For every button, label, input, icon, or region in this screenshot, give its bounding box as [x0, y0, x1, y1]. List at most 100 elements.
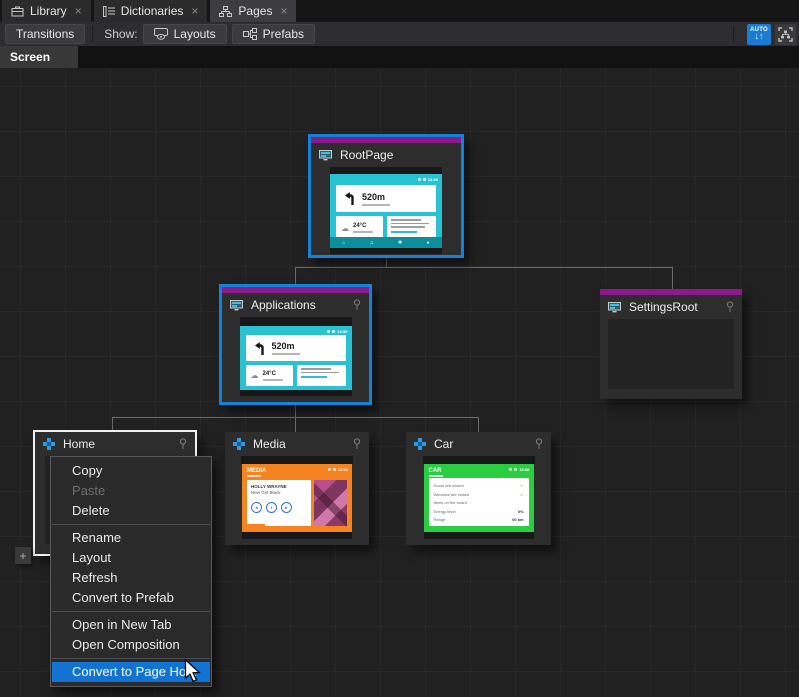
- node-applications[interactable]: Applications 13:50 520m ☁ 24°C: [219, 284, 372, 405]
- composition-bar: Screen: [0, 46, 799, 68]
- breadcrumb[interactable]: Screen: [0, 46, 78, 68]
- home-icon: ⌂: [342, 240, 345, 246]
- previous-track-icon: ◄: [251, 502, 262, 513]
- notification-card: [297, 365, 346, 386]
- rootpage-thumbnail: 13:50 520m ☁ 24°C ⌂♫✱●: [330, 174, 442, 248]
- car-thumbnail: CAR 13:50 Doors are closed✓ Windows are …: [424, 464, 534, 532]
- nav-distance: 520m: [362, 192, 390, 202]
- turn-left-arrow-icon: [254, 341, 266, 356]
- page-host-icon: [319, 150, 332, 161]
- library-icon: [11, 6, 24, 17]
- tab-label: Library: [30, 4, 67, 18]
- thumb-clock: 13:50: [338, 467, 348, 472]
- tab-library[interactable]: Library ×: [2, 0, 91, 22]
- thumbnail-letterbox: [240, 317, 352, 326]
- connector-line: [295, 267, 296, 284]
- pin-icon[interactable]: [726, 301, 734, 313]
- menu-item-layout[interactable]: Layout: [51, 548, 211, 568]
- node-car[interactable]: Car CAR 13:50 Doors are closed✓ Windows …: [406, 432, 551, 545]
- connector-line: [672, 267, 673, 289]
- context-menu: Copy Paste Delete Rename Layout Refresh …: [50, 456, 212, 687]
- song-title: New Girl Black: [251, 490, 307, 495]
- close-icon[interactable]: ×: [75, 4, 82, 18]
- connector-line: [295, 405, 296, 417]
- nav-distance: 520m: [272, 341, 300, 351]
- toolbar: Transitions Show: Layouts Prefabs AUTO ↓…: [0, 22, 799, 46]
- layouts-icon: [154, 28, 168, 40]
- prefabs-label: Prefabs: [263, 27, 304, 41]
- tab-pages[interactable]: Pages ×: [210, 0, 296, 22]
- pause-icon: ‖: [266, 502, 277, 513]
- menu-item-paste[interactable]: Paste: [51, 481, 211, 501]
- settingsroot-thumbnail: [608, 319, 734, 389]
- mouse-cursor-icon: [183, 658, 201, 689]
- fit-view-button[interactable]: [775, 24, 796, 45]
- transitions-label: Transitions: [16, 27, 74, 41]
- menu-item-open-in-new-tab[interactable]: Open in New Tab: [51, 615, 211, 635]
- dictionaries-icon: [103, 6, 115, 17]
- pin-icon[interactable]: [353, 299, 361, 311]
- thumbnail-letterbox: [424, 532, 534, 539]
- show-label: Show:: [104, 27, 137, 41]
- prefabs-toggle-button[interactable]: Prefabs: [232, 24, 315, 44]
- thumb-nav-bar: ⌂ ♫ ✱ ●: [330, 237, 442, 248]
- page-host-icon: [230, 300, 243, 311]
- toolbar-separator: [92, 26, 93, 42]
- page-icon: [233, 438, 245, 450]
- media-title: MEDIA: [247, 468, 266, 474]
- gear-icon: ✱: [398, 240, 402, 246]
- thumbnail-letterbox: [241, 456, 353, 464]
- layouts-toggle-button[interactable]: Layouts: [143, 24, 227, 44]
- next-track-icon: ►: [281, 502, 292, 513]
- add-page-button[interactable]: +: [15, 547, 31, 564]
- pin-icon[interactable]: [179, 438, 187, 450]
- pages-icon: [219, 6, 232, 17]
- node-rootpage[interactable]: RootPage 13:50 520m ☁ 24°C: [308, 134, 464, 258]
- menu-item-refresh[interactable]: Refresh: [51, 568, 211, 588]
- menu-separator: [52, 611, 210, 612]
- auto-arrows-icon: ↓↑: [755, 32, 764, 41]
- music-icon: ♫: [370, 240, 374, 246]
- fit-view-icon: [778, 27, 793, 42]
- nav-temperature: 24°C: [353, 223, 373, 229]
- page-icon: [43, 438, 55, 450]
- node-title: SettingsRoot: [629, 300, 698, 314]
- tab-bar: Library × Dictionaries × Pages ×: [0, 0, 799, 22]
- auto-arrange-button[interactable]: AUTO ↓↑: [747, 24, 771, 45]
- song-artist: HOLLY WRAYNE: [251, 484, 307, 489]
- pages-editor-window: Library × Dictionaries × Pages × Transit…: [0, 0, 799, 697]
- applications-thumbnail: 13:50 520m ☁ 24°C: [240, 326, 352, 390]
- node-media[interactable]: Media MEDIA 13:50 HOLLY WRAYNE New Girl …: [225, 432, 369, 545]
- thumb-clock: 13:50: [519, 467, 529, 472]
- close-icon[interactable]: ×: [280, 4, 287, 18]
- connector-line: [478, 417, 479, 432]
- connector-line: [295, 417, 296, 432]
- menu-item-rename[interactable]: Rename: [51, 528, 211, 548]
- prefabs-icon: [243, 28, 257, 40]
- menu-item-open-composition[interactable]: Open Composition: [51, 635, 211, 655]
- menu-item-copy[interactable]: Copy: [51, 461, 211, 481]
- transitions-button[interactable]: Transitions: [5, 24, 85, 44]
- tab-dictionaries[interactable]: Dictionaries ×: [94, 0, 208, 22]
- pin-icon[interactable]: [353, 438, 361, 450]
- thumbnail-letterbox: [330, 248, 442, 254]
- close-icon[interactable]: ×: [191, 4, 198, 18]
- node-title: Home: [63, 437, 95, 451]
- tab-label: Dictionaries: [121, 4, 184, 18]
- node-title: RootPage: [340, 148, 393, 162]
- node-title: Car: [434, 437, 453, 451]
- thumbnail-letterbox: [240, 390, 352, 396]
- thumbnail-letterbox: [242, 532, 352, 539]
- connector-line: [386, 258, 387, 267]
- connector-line: [295, 267, 673, 268]
- menu-item-delete[interactable]: Delete: [51, 501, 211, 521]
- thumb-clock: 13:50: [337, 329, 347, 334]
- settings-icon: ●: [427, 240, 430, 246]
- menu-item-convert-to-prefab[interactable]: Convert to Prefab: [51, 588, 211, 608]
- thumb-clock: 13:50: [428, 177, 438, 182]
- pin-icon[interactable]: [535, 438, 543, 450]
- node-title: Media: [253, 437, 286, 451]
- node-settingsroot[interactable]: SettingsRoot: [600, 289, 742, 399]
- node-title: Applications: [251, 298, 316, 312]
- thumbnail-letterbox: [330, 167, 442, 174]
